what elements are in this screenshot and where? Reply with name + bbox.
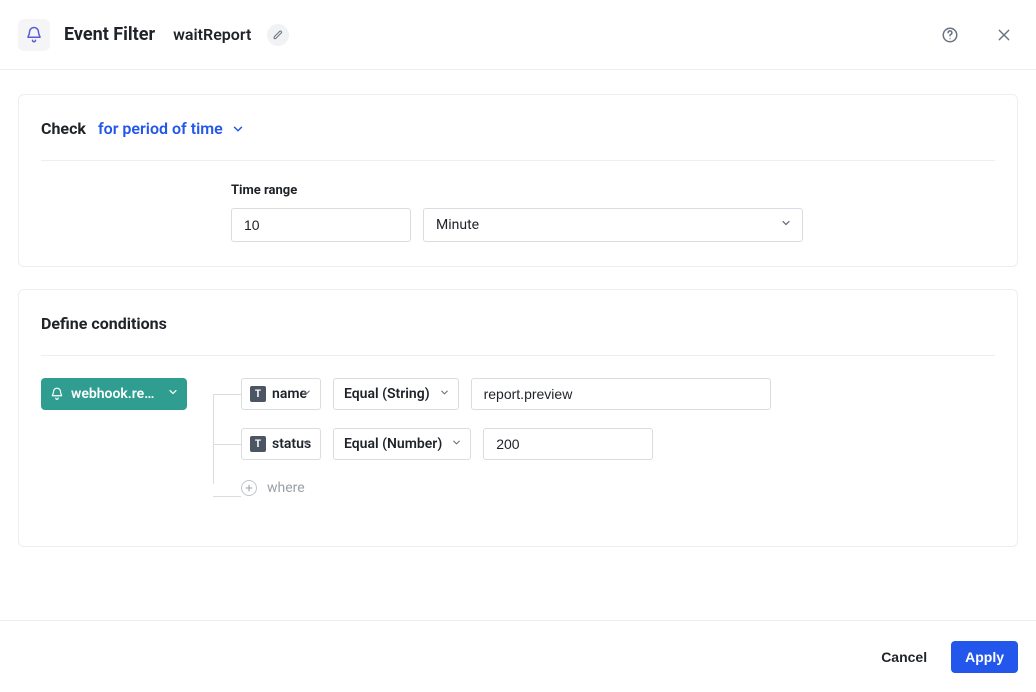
time-unit-select[interactable]: Minute xyxy=(423,208,803,242)
modal-body: Check for period of time Time range Minu… xyxy=(0,70,1036,620)
apply-button[interactable]: Apply xyxy=(951,641,1018,673)
source-chip-label: webhook.resp... xyxy=(71,386,161,402)
modal-subtitle: waitReport xyxy=(173,25,251,44)
operator-select[interactable]: Equal (String) xyxy=(333,378,459,410)
help-icon[interactable] xyxy=(936,21,964,49)
chevron-down-icon xyxy=(167,386,179,402)
cancel-button[interactable]: Cancel xyxy=(875,641,933,673)
chevron-down-icon xyxy=(301,386,312,402)
divider xyxy=(41,355,995,356)
chevron-down-icon xyxy=(439,386,450,402)
field-select[interactable]: T status xyxy=(241,428,321,460)
conditions-card: Define conditions webhook.resp... xyxy=(18,289,1018,547)
conditions-title: Define conditions xyxy=(41,314,167,333)
condition-row: T status Equal (Number) xyxy=(241,428,771,460)
check-mode-dropdown[interactable]: for period of time xyxy=(98,119,245,138)
conditions-tree: T name Equal (String) xyxy=(213,378,771,496)
operator-value: Equal (Number) xyxy=(344,436,442,452)
event-filter-icon xyxy=(18,19,50,51)
add-condition-button[interactable]: where xyxy=(241,480,771,496)
time-range-label: Time range xyxy=(231,183,803,198)
chevron-down-icon xyxy=(301,436,312,452)
chevron-down-icon xyxy=(451,436,462,452)
chevron-down-icon xyxy=(231,122,245,136)
modal-header: Event Filter waitReport xyxy=(0,0,1036,70)
check-card: Check for period of time Time range Minu… xyxy=(18,94,1018,267)
time-value-input[interactable] xyxy=(231,208,411,242)
condition-row: T name Equal (String) xyxy=(241,378,771,410)
value-input[interactable] xyxy=(483,428,653,460)
rename-button[interactable] xyxy=(267,24,289,46)
type-text-icon: T xyxy=(250,386,266,402)
operator-select[interactable]: Equal (Number) xyxy=(333,428,471,460)
operator-value: Equal (String) xyxy=(344,386,430,402)
add-condition-label: where xyxy=(267,480,305,496)
check-label: Check xyxy=(41,119,86,138)
check-mode-value: for period of time xyxy=(98,119,223,138)
bell-icon xyxy=(49,386,65,402)
modal-title: Event Filter xyxy=(64,24,155,45)
time-unit-value: Minute xyxy=(436,217,479,233)
field-select[interactable]: T name xyxy=(241,378,321,410)
chevron-down-icon xyxy=(780,217,792,233)
modal-footer: Cancel Apply xyxy=(0,620,1036,692)
close-icon[interactable] xyxy=(990,21,1018,49)
source-chip[interactable]: webhook.resp... xyxy=(41,378,187,410)
plus-circle-icon xyxy=(241,480,257,496)
divider xyxy=(41,160,995,161)
type-text-icon: T xyxy=(250,436,266,452)
value-input[interactable] xyxy=(471,378,771,410)
